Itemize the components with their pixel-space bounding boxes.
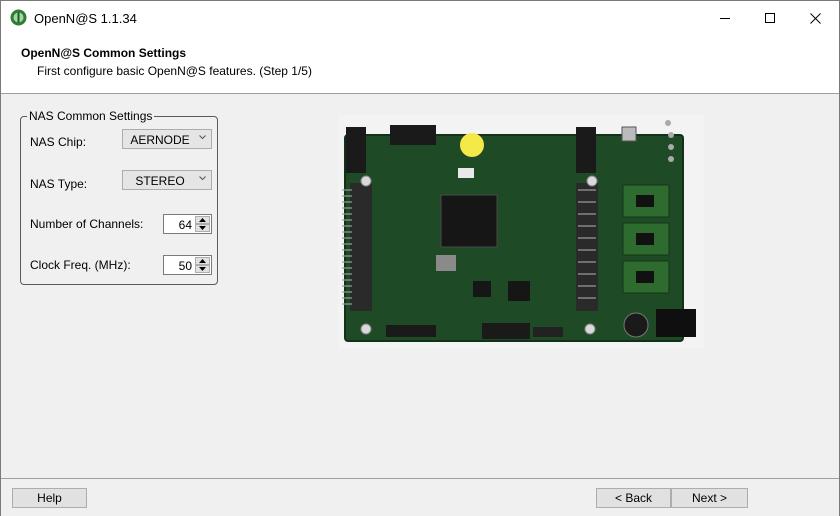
- clock-label: Clock Freq. (MHz):: [30, 258, 131, 272]
- channels-spin-down[interactable]: [195, 224, 210, 232]
- channels-value: 64: [178, 218, 192, 232]
- nas-type-value: STEREO: [135, 174, 185, 188]
- spin-down-icon: [199, 226, 206, 230]
- close-button[interactable]: [792, 1, 838, 35]
- spin-up-icon: [199, 218, 206, 222]
- page-title: OpenN@S Common Settings: [21, 46, 187, 60]
- clock-value: 50: [178, 259, 192, 273]
- channels-spin-up[interactable]: [195, 216, 210, 224]
- page-subtitle: First configure basic OpenN@S features. …: [37, 64, 312, 78]
- back-button[interactable]: < Back: [596, 488, 671, 508]
- clock-spinbox[interactable]: 50: [163, 255, 212, 275]
- clock-spin-down[interactable]: [195, 265, 210, 273]
- channels-spin-buttons: [195, 216, 210, 232]
- wizard-window: OpenN@S 1.1.34 OpenN@S Common Settings F…: [0, 0, 840, 516]
- next-button[interactable]: Next >: [671, 488, 748, 508]
- channels-spinbox[interactable]: 64: [163, 214, 212, 234]
- board-photo: [338, 115, 704, 348]
- nas-type-label: NAS Type:: [30, 177, 88, 191]
- window-title: OpenN@S 1.1.34: [34, 11, 137, 26]
- app-icon: [10, 9, 27, 26]
- chevron-down-icon: [199, 135, 206, 140]
- wizard-header: OpenN@S Common Settings First configure …: [1, 35, 839, 94]
- nas-chip-label: NAS Chip:: [30, 135, 87, 149]
- spin-down-icon: [199, 267, 206, 271]
- group-legend: NAS Common Settings: [27, 109, 155, 123]
- nas-chip-value: AERNODE: [130, 133, 190, 147]
- pcb-illustration: [338, 115, 704, 348]
- help-button[interactable]: Help: [12, 488, 87, 508]
- close-icon: [809, 12, 821, 24]
- clock-spin-buttons: [195, 257, 210, 273]
- nas-settings-group: NAS Common Settings NAS Chip: AERNODE NA…: [20, 109, 218, 285]
- title-bar[interactable]: OpenN@S 1.1.34: [1, 1, 839, 35]
- wizard-footer: Help < Back Next >: [1, 478, 839, 516]
- maximize-button[interactable]: [747, 1, 793, 35]
- nas-chip-select[interactable]: AERNODE: [122, 129, 212, 149]
- chevron-down-icon: [199, 176, 206, 181]
- channels-label: Number of Channels:: [30, 217, 144, 231]
- maximize-icon: [764, 12, 775, 23]
- spin-up-icon: [199, 259, 206, 263]
- minimize-icon: [719, 17, 730, 19]
- minimize-button[interactable]: [702, 1, 748, 35]
- clock-spin-up[interactable]: [195, 257, 210, 265]
- nas-type-select[interactable]: STEREO: [122, 170, 212, 190]
